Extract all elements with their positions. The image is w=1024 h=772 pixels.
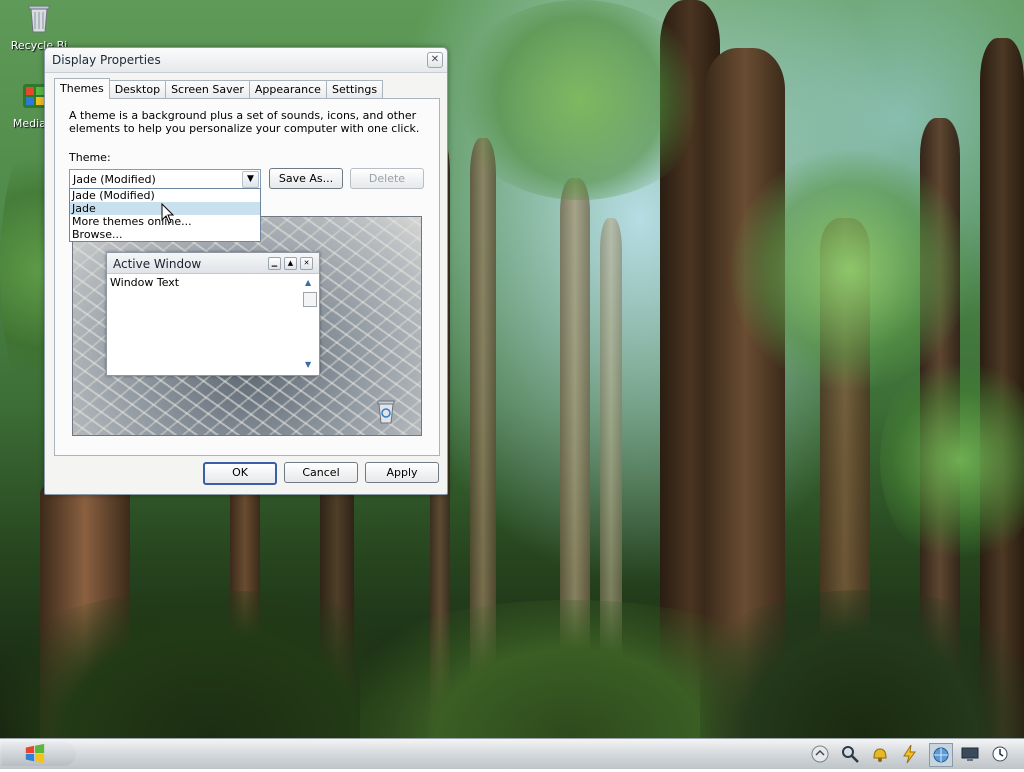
desktop-icon-recycle-bin[interactable]: Recycle Bi xyxy=(4,2,74,52)
undergrowth xyxy=(700,590,1024,738)
tab-screen-saver[interactable]: Screen Saver xyxy=(165,80,250,98)
close-icon: ✕ xyxy=(430,54,440,65)
preview-active-window: Active Window ▁ ▲ ✕ Window Text ▲ ▼ xyxy=(106,252,320,376)
clock-icon[interactable] xyxy=(989,743,1011,765)
scroll-thumb xyxy=(303,292,317,307)
theme-select[interactable]: Jade (Modified) ▼ xyxy=(69,169,261,190)
system-tray xyxy=(809,739,1024,769)
undergrowth xyxy=(0,590,420,738)
mouse-cursor-icon xyxy=(161,203,175,224)
scroll-down-icon: ▼ xyxy=(305,360,312,369)
tab-themes[interactable]: Themes xyxy=(54,78,110,99)
maximize-icon: ▲ xyxy=(284,257,297,270)
display-properties-dialog: Display Properties ✕ Themes Desktop Scre… xyxy=(44,47,448,495)
scroll-up-icon: ▲ xyxy=(305,278,312,287)
foliage xyxy=(450,0,710,200)
monitor-icon[interactable] xyxy=(959,743,981,765)
tab-appearance[interactable]: Appearance xyxy=(248,80,327,98)
search-icon[interactable] xyxy=(839,743,861,765)
save-as-button[interactable]: Save As... xyxy=(269,168,343,189)
foliage xyxy=(880,350,1024,570)
theme-label: Theme: xyxy=(69,151,111,164)
windows-logo-icon xyxy=(25,743,45,764)
start-button[interactable] xyxy=(2,742,76,766)
close-button[interactable]: ✕ xyxy=(427,52,443,68)
dropdown-option-jade-modified[interactable]: Jade (Modified) xyxy=(70,189,260,202)
tray-scroll-icon[interactable] xyxy=(809,743,831,765)
preview-recycle-bin-icon xyxy=(377,400,395,424)
minimize-icon: ▁ xyxy=(268,257,281,270)
recycle-bin-icon xyxy=(28,5,50,33)
theme-description: A theme is a background plus a set of so… xyxy=(69,109,420,135)
chevron-down-icon[interactable]: ▼ xyxy=(242,171,259,188)
tab-settings[interactable]: Settings xyxy=(325,80,384,98)
foliage xyxy=(730,150,970,390)
dropdown-option-browse[interactable]: Browse... xyxy=(70,228,260,241)
delete-button[interactable]: Delete xyxy=(350,168,424,189)
tab-strip: Themes Desktop Screen Saver Appearance S… xyxy=(54,78,384,99)
globe-icon[interactable] xyxy=(929,743,953,767)
preview-scrollbar: ▲ ▼ xyxy=(303,275,317,371)
theme-preview: Active Window ▁ ▲ ✕ Window Text ▲ ▼ xyxy=(72,216,422,436)
ok-button[interactable]: OK xyxy=(203,462,277,485)
lightning-icon[interactable] xyxy=(899,743,921,765)
cancel-button[interactable]: Cancel xyxy=(284,462,358,483)
close-icon: ✕ xyxy=(300,257,313,270)
preview-window-title: Active Window xyxy=(113,257,202,271)
taskbar xyxy=(0,738,1024,769)
apply-button[interactable]: Apply xyxy=(365,462,439,483)
dialog-title: Display Properties xyxy=(52,53,161,67)
dialog-titlebar[interactable]: Display Properties ✕ xyxy=(45,48,447,73)
preview-window-titlebar: Active Window ▁ ▲ ✕ xyxy=(107,253,319,274)
tab-desktop[interactable]: Desktop xyxy=(108,80,167,98)
bell-icon[interactable] xyxy=(869,743,891,765)
themes-tab-panel: A theme is a background plus a set of so… xyxy=(54,98,440,456)
preview-window-text: Window Text xyxy=(110,276,180,289)
theme-select-value: Jade (Modified) xyxy=(73,173,156,186)
